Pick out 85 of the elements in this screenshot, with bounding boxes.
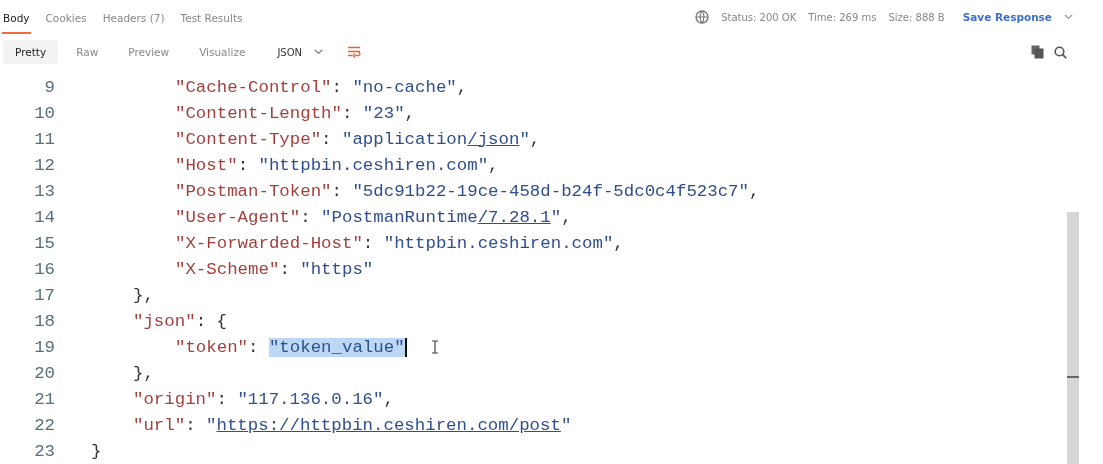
response-tab[interactable]: Headers (7): [101, 4, 166, 34]
json-punctuation: : {: [195, 311, 227, 331]
json-key: "token": [175, 337, 249, 357]
json-key: "Content-Type": [175, 129, 322, 149]
view-mode-tab[interactable]: Visualize: [187, 40, 258, 64]
json-punctuation: :: [342, 103, 354, 123]
line-number: 23: [33, 441, 55, 461]
line-number: 16: [33, 259, 55, 279]
json-string: "5dc91b22-19ce-458d-b24f-5dc0c4f523c7": [352, 181, 749, 201]
json-punctuation: :: [300, 207, 312, 227]
copy-icon[interactable]: [1031, 45, 1044, 59]
selected-text: "token_value": [268, 337, 407, 357]
json-key: "url": [133, 415, 186, 435]
json-punctuation: ,: [561, 207, 572, 227]
json-punctuation: :: [237, 155, 250, 175]
json-string: "117.136.0.16": [237, 389, 384, 409]
json-punctuation: ,: [383, 389, 394, 409]
json-string: "https": [300, 259, 374, 279]
response-tab[interactable]: Cookies: [44, 4, 88, 34]
json-punctuation: ,: [529, 129, 541, 149]
json-string: ": [550, 207, 562, 227]
json-punctuation: :: [362, 233, 375, 253]
json-punctuation: :: [331, 77, 343, 97]
globe-icon[interactable]: [695, 10, 710, 24]
search-icon[interactable]: [1054, 45, 1067, 59]
line-number: 11: [33, 129, 55, 149]
json-string: "23": [362, 103, 405, 123]
line-number: 14: [33, 207, 55, 227]
json-key: "X-Forwarded-Host": [175, 233, 363, 253]
json-punctuation: },: [133, 285, 154, 305]
view-mode-tab[interactable]: Preview: [116, 40, 182, 64]
json-punctuation: ,: [488, 155, 499, 175]
line-number: 19: [33, 337, 55, 357]
json-punctuation: :: [331, 181, 343, 201]
line-number: 21: [33, 389, 55, 409]
json-key: "origin": [133, 389, 217, 409]
json-punctuation: ,: [456, 77, 468, 97]
scrollbar[interactable]: [1067, 212, 1079, 464]
format-dropdown[interactable]: JSON: [273, 42, 307, 62]
view-mode-tab[interactable]: Pretty: [3, 40, 59, 64]
json-key: "Content-Length": [175, 103, 342, 123]
json-key: "Host": [175, 155, 238, 175]
json-punctuation: ,: [404, 103, 416, 123]
json-punctuation: :: [279, 259, 291, 279]
json-string: "httpbin.ceshiren.com": [258, 155, 489, 175]
line-number: 22: [33, 415, 55, 435]
json-string: ": [206, 415, 217, 435]
size-text: Size: 888 B: [888, 11, 945, 23]
json-punctuation: :: [216, 389, 228, 409]
json-punctuation: :: [321, 129, 333, 149]
json-key: "Postman-Token": [175, 181, 332, 201]
line-number: 12: [33, 155, 55, 175]
text-cursor-icon: [431, 340, 439, 354]
line-number: 17: [33, 285, 55, 305]
line-number: 20: [33, 363, 55, 383]
json-punctuation: ,: [613, 233, 624, 253]
wrap-lines-icon[interactable]: [347, 45, 362, 59]
view-mode-tab[interactable]: Raw: [64, 40, 111, 64]
line-number: 13: [33, 181, 55, 201]
json-string: "application: [342, 129, 468, 149]
json-string: "PostmanRuntime: [321, 207, 478, 227]
json-string: ": [560, 415, 572, 435]
status-text: Status: 200 OK: [721, 11, 797, 23]
json-key: "Cache-Control": [175, 77, 332, 97]
json-punctuation: :: [185, 415, 197, 435]
response-tab[interactable]: Test Results: [179, 4, 244, 34]
json-punctuation: ,: [749, 181, 760, 201]
line-number: 15: [33, 233, 55, 253]
json-punctuation: }: [91, 441, 102, 461]
chevron-down-icon[interactable]: [1064, 14, 1073, 20]
json-string: "httpbin.ceshiren.com": [383, 233, 614, 253]
json-key: "User-Agent": [175, 207, 301, 227]
save-response-button[interactable]: Save Response: [962, 11, 1052, 23]
json-punctuation: },: [133, 363, 154, 383]
response-tab[interactable]: Body: [2, 4, 31, 34]
line-number: 10: [33, 103, 55, 123]
json-key: "json": [133, 311, 196, 331]
json-punctuation: :: [248, 337, 260, 357]
line-number: 18: [33, 311, 55, 331]
time-text: Time: 269 ms: [808, 11, 877, 23]
json-string: ": [519, 129, 530, 149]
json-string: "no-cache": [352, 77, 457, 97]
json-key: "X-Scheme": [175, 259, 280, 279]
line-number: 9: [43, 77, 55, 97]
chevron-down-icon[interactable]: [314, 49, 324, 55]
